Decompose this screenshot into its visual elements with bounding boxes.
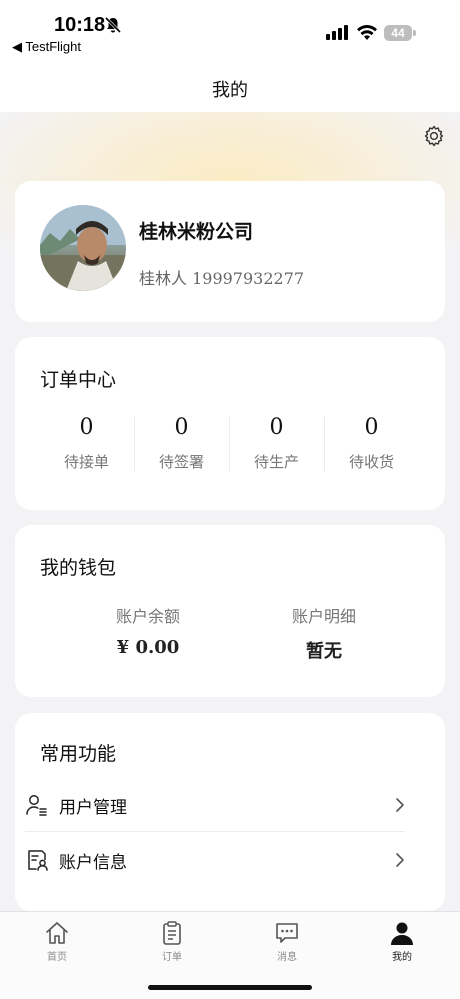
order-item-pending-sign[interactable]: 0 待签署 <box>134 415 229 475</box>
balance-value: ¥ 0.00 <box>116 637 180 658</box>
message-icon <box>276 923 298 943</box>
chevron-right-icon <box>396 798 404 812</box>
tab-label: 消息 <box>277 952 297 963</box>
order-item-pending-production[interactable]: 0 待生产 <box>229 415 324 475</box>
tab-label: 我的 <box>392 952 412 963</box>
company-name: 桂林米粉公司 <box>139 221 254 243</box>
contact-info: 桂林人 19997932277 <box>139 269 305 288</box>
details-label: 账户明细 <box>291 607 356 626</box>
order-count: 0 <box>174 415 189 440</box>
order-count: 0 <box>79 415 94 440</box>
user-manage-icon <box>26 795 47 816</box>
common-functions-title: 常用功能 <box>40 743 117 765</box>
order-label: 待生产 <box>253 453 299 471</box>
user-management-label: 用户管理 <box>59 798 127 818</box>
user-management-row[interactable]: 用户管理 <box>25 778 405 832</box>
battery-indicator: 44 <box>384 25 416 41</box>
avatar-photo <box>40 205 126 291</box>
account-info-label: 账户信息 <box>59 853 127 873</box>
wallet-title: 我的钱包 <box>40 557 117 579</box>
home-icon <box>46 922 68 944</box>
order-label: 待接单 <box>63 453 109 471</box>
order-item-pending-receipt[interactable]: 0 待收货 <box>324 415 419 475</box>
profile-card[interactable]: 桂林米粉公司 桂林人 19997932277 <box>15 181 445 322</box>
order-count: 0 <box>364 415 379 440</box>
home-indicator <box>148 985 312 990</box>
balance-label: 账户余额 <box>115 607 180 626</box>
tab-messages[interactable]: 消息 <box>257 920 317 963</box>
order-label: 待收货 <box>348 453 394 471</box>
page-title: 我的 <box>212 80 248 101</box>
account-info-icon <box>28 850 48 871</box>
order-count: 0 <box>269 415 284 440</box>
details-value: 暂无 <box>306 641 342 662</box>
tab-label: 订单 <box>162 952 182 963</box>
account-details[interactable]: 账户明细 暂无 <box>259 603 389 663</box>
row-divider <box>25 831 405 832</box>
account-balance[interactable]: 账户余额 ¥ 0.00 <box>83 603 213 658</box>
back-to-testflight[interactable]: ◀ TestFlight <box>12 39 81 55</box>
tab-mine[interactable]: 我的 <box>372 920 432 963</box>
order-label: 待签署 <box>158 453 204 471</box>
chevron-right-icon <box>396 853 404 867</box>
bell-off-icon <box>104 16 122 34</box>
order-center-title: 订单中心 <box>40 369 117 391</box>
account-info-row[interactable]: 账户信息 <box>25 833 405 887</box>
avatar[interactable] <box>40 205 126 291</box>
order-center-card: 订单中心 0 待接单 0 待签署 0 待生产 0 待收货 <box>15 337 445 510</box>
wallet-card: 我的钱包 账户余额 ¥ 0.00 账户明细 暂无 <box>15 525 445 697</box>
tab-home[interactable]: 首页 <box>27 920 87 963</box>
clipboard-icon <box>163 921 181 945</box>
status-bar: 10:18 ◀ TestFlight 44 <box>0 0 460 62</box>
tab-label: 首页 <box>47 952 67 963</box>
order-item-pending-accept[interactable]: 0 待接单 <box>39 415 134 475</box>
wifi-icon <box>357 24 377 40</box>
person-icon <box>391 922 413 945</box>
cellular-signal-icon <box>326 25 348 40</box>
tab-orders[interactable]: 订单 <box>142 920 202 963</box>
status-time: 10:18 <box>54 14 106 36</box>
settings-gear-icon[interactable] <box>422 124 446 148</box>
